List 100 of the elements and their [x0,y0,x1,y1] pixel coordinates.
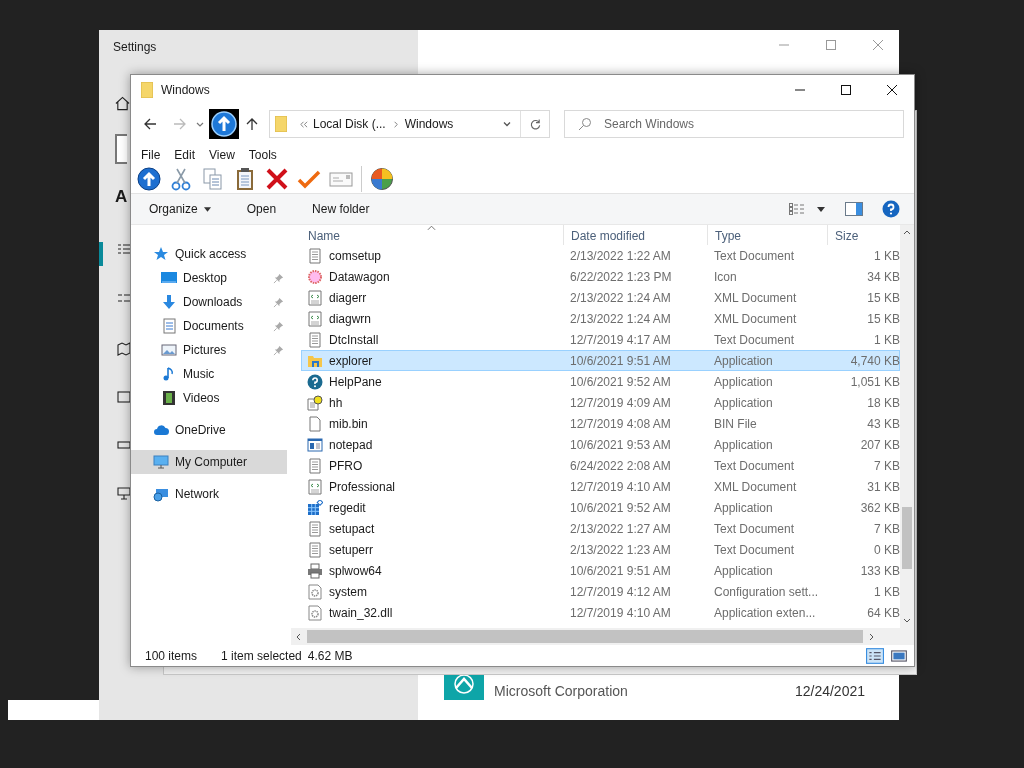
nav-item[interactable]: My Computer [131,450,287,474]
help-icon[interactable] [882,200,900,218]
nav-item[interactable]: Music [131,362,291,386]
home-icon[interactable] [115,96,130,111]
file-row[interactable]: setuperr 2/13/2022 1:23 AM Text Document 0 KB [301,539,900,560]
type-cell-text: Application [713,395,774,410]
type-cell-text: XML Document [713,290,798,305]
scrollbar-thumb[interactable] [902,507,912,569]
file-xml-icon [307,310,323,327]
file-row[interactable]: Datawagon 6/22/2022 1:23 PM Icon 34 KB [301,266,900,287]
file-row[interactable]: regedit 10/6/2021 9:52 AM Application 362 KB [301,497,900,518]
document-icon [161,318,177,334]
scroll-left-icon[interactable] [295,632,301,641]
caret-icon[interactable] [817,206,825,212]
desktop-icon [161,270,177,286]
globe-icon[interactable] [370,167,394,191]
nav-item[interactable]: Desktop [131,266,291,290]
file-row[interactable]: mib.bin 12/7/2019 4:08 AM BIN File 43 KB [301,413,900,434]
file-row[interactable]: twain_32.dll 12/7/2019 4:10 AM Application exten... 64 KB [301,602,900,623]
address-bar[interactable]: Local Disk (... Windows [269,110,550,138]
file-row[interactable]: diagerr 2/13/2022 1:24 AM XML Document 15 KB [301,287,900,308]
file-name: Professional [329,479,396,494]
size-cell-text: 1 KB [873,584,900,599]
column-header[interactable]: Date modified [563,225,707,245]
map-icon[interactable] [117,342,131,356]
nav-item[interactable]: Downloads [131,290,291,314]
file-row[interactable]: system 12/7/2019 4:12 AM Configuration sett... 1 KB [301,581,900,602]
size-cell-text: 7 KB [873,458,900,473]
file-row[interactable]: DtcInstall 12/7/2019 4:17 AM Text Document 1 KB [301,329,900,350]
file-row[interactable]: explorer 10/6/2021 9:51 AM Application 4,740 KB [301,350,900,371]
nav-item[interactable]: Network [131,482,291,506]
upload-icon[interactable] [209,109,239,139]
view-options-icon[interactable] [789,203,807,215]
type-cell-text: Application exten... [713,605,817,620]
scissors-icon[interactable] [169,167,193,191]
file-row[interactable]: setupact 2/13/2022 1:27 AM Text Document 7 KB [301,518,900,539]
file-row[interactable]: hh 12/7/2019 4:09 AM Application 18 KB [301,392,900,413]
file-blank-icon [307,415,323,432]
file-xml-icon [307,478,323,495]
window-title: Windows [161,83,210,97]
refresh-icon[interactable] [528,117,542,131]
date-cell-text: 10/6/2021 9:51 AM [569,353,672,368]
scroll-up-icon[interactable] [903,229,911,235]
menu-item[interactable]: Edit [174,148,196,162]
thumbnail-view-icon[interactable] [890,647,908,664]
file-name: diagwrn [329,311,372,326]
window-icon[interactable] [117,390,131,404]
search-field[interactable] [115,134,127,164]
delete-icon[interactable] [265,167,289,191]
command-button[interactable]: New folder [302,199,380,219]
file-name: DtcInstall [329,332,379,347]
network-icon [153,486,169,502]
date-cell-text: 6/24/2022 2:08 AM [569,458,672,473]
file-row[interactable]: Professional 12/7/2019 4:10 AM XML Document 31 KB [301,476,900,497]
scrollbar-thumb[interactable] [307,630,863,643]
vertical-scrollbar[interactable] [900,225,914,628]
size-cell-text: 34 KB [866,269,900,284]
command-button[interactable]: Organize [139,199,221,219]
scroll-right-icon[interactable] [869,632,875,641]
file-row[interactable]: HelpPane 10/6/2021 9:52 AM Application 1,051 KB [301,371,900,392]
nav-item[interactable]: Quick access [131,242,291,266]
file-window-icon [307,436,323,453]
nav-item[interactable]: Pictures [131,338,291,362]
file-row[interactable]: PFRO 6/24/2022 2:08 AM Text Document 7 KB [301,455,900,476]
scroll-down-icon[interactable] [903,618,911,624]
file-row[interactable]: notepad 10/6/2021 9:53 AM Application 207 KB [301,434,900,455]
menu-item[interactable]: View [209,148,235,162]
preview-pane-icon[interactable] [845,202,863,216]
nav-item[interactable]: Documents [131,314,291,338]
back-icon[interactable] [143,117,157,131]
details-view-icon[interactable] [866,647,884,664]
menu-item[interactable]: File [141,148,161,162]
horizontal-scrollbar[interactable] [291,628,914,645]
file-name: comsetup [329,248,382,263]
file-row[interactable]: splwow64 10/6/2021 9:51 AM Application 133 KB [301,560,900,581]
file-row[interactable]: diagwrn 2/13/2022 1:24 AM XML Document 15 KB [301,308,900,329]
file-row[interactable]: comsetup 2/13/2022 1:22 AM Text Document 1 KB [301,245,900,266]
list-icon[interactable] [117,243,131,257]
nav-item[interactable]: Videos [131,386,291,410]
date-cell-text: 12/7/2019 4:10 AM [569,479,672,494]
close-icon[interactable] [887,85,897,95]
upload-icon[interactable] [137,167,161,191]
chevron-left-icon[interactable] [299,119,308,129]
menu-item[interactable]: Tools [248,148,277,162]
type-cell-text: XML Document [713,311,798,326]
breadcrumb[interactable]: Windows [404,117,454,131]
maximize-icon[interactable] [841,85,851,95]
command-button[interactable]: Open [236,199,287,219]
column-header[interactable]: Name [301,225,563,245]
breadcrumb[interactable]: Local Disk (... [313,117,386,131]
monitor-icon[interactable] [117,486,131,500]
cloud-icon [153,422,169,438]
column-header[interactable]: Type [707,225,827,245]
chevron-down-icon[interactable] [502,119,512,129]
date-cell-text: 2/13/2022 1:27 AM [569,521,672,536]
rectangle-icon[interactable] [117,438,131,452]
column-header[interactable]: Size [827,225,899,245]
search-icon [578,117,592,131]
up-arrow-icon[interactable] [245,117,259,131]
nav-item[interactable]: OneDrive [131,418,291,442]
